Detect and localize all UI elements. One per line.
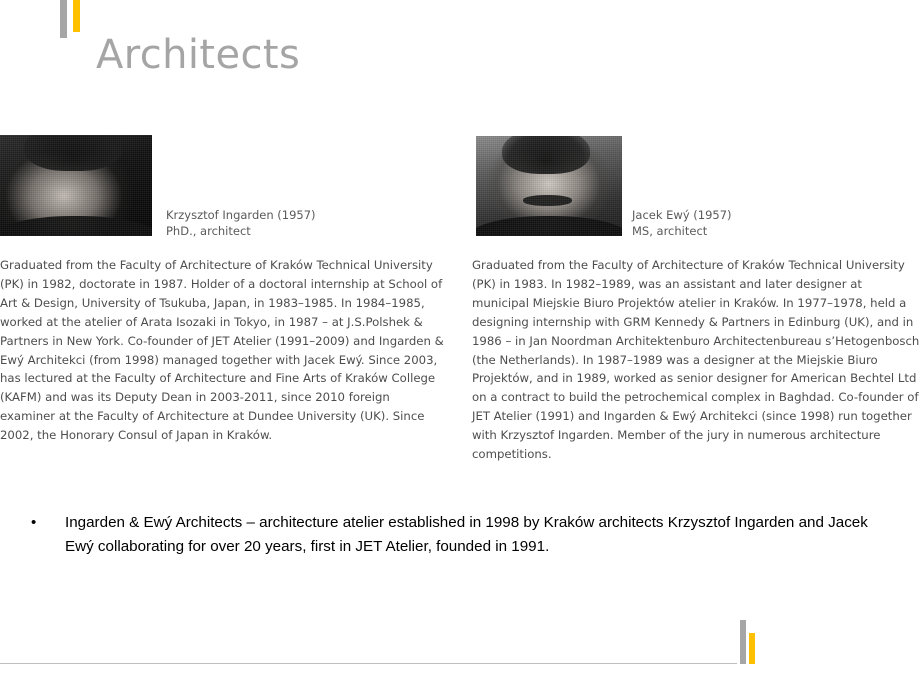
summary-bullet-text: Ingarden & Ewý Architects – architecture… xyxy=(65,514,868,555)
profile-bio-ingarden: Graduated from the Faculty of Architectu… xyxy=(0,258,444,443)
portrait-photo-ingarden xyxy=(0,135,152,236)
accent-bar-gray-icon xyxy=(740,620,746,664)
profile-role: MS, architect xyxy=(632,223,708,238)
bullet-marker-icon: • xyxy=(31,514,37,531)
portrait-photo-ewy xyxy=(476,136,622,236)
profile-bio-ewy: Graduated from the Faculty of Architectu… xyxy=(472,258,920,462)
accent-bar-gray-icon xyxy=(60,0,67,38)
footer-divider xyxy=(0,663,737,664)
profile-head: Jacek Ewý (1957) MS, architect xyxy=(472,133,920,255)
summary-bullet-item: • Ingarden & Ewý Architects – architectu… xyxy=(28,511,888,559)
profile-head: Krzysztof Ingarden (1957) PhD., architec… xyxy=(0,133,452,255)
profile-caption-ewy: Jacek Ewý (1957) MS, architect xyxy=(632,208,732,239)
photo-grain-overlay xyxy=(0,135,152,236)
slide-root: { "slide": { "title": "Architects", "acc… xyxy=(0,0,920,690)
profile-caption-ingarden: Krzysztof Ingarden (1957) PhD., architec… xyxy=(166,208,316,239)
profile-name: Krzysztof Ingarden (1957) xyxy=(166,208,316,222)
photo-grain-overlay xyxy=(476,136,622,236)
profile-card-ingarden: Krzysztof Ingarden (1957) PhD., architec… xyxy=(0,133,452,442)
profile-name: Jacek Ewý (1957) xyxy=(632,208,732,222)
page-title: Architects xyxy=(96,32,301,78)
accent-bar-yellow-icon xyxy=(73,0,80,32)
accent-bar-yellow-icon xyxy=(749,633,755,664)
profile-card-ewy: Jacek Ewý (1957) MS, architect Graduated… xyxy=(472,133,920,461)
profile-role: PhD., architect xyxy=(166,223,251,238)
